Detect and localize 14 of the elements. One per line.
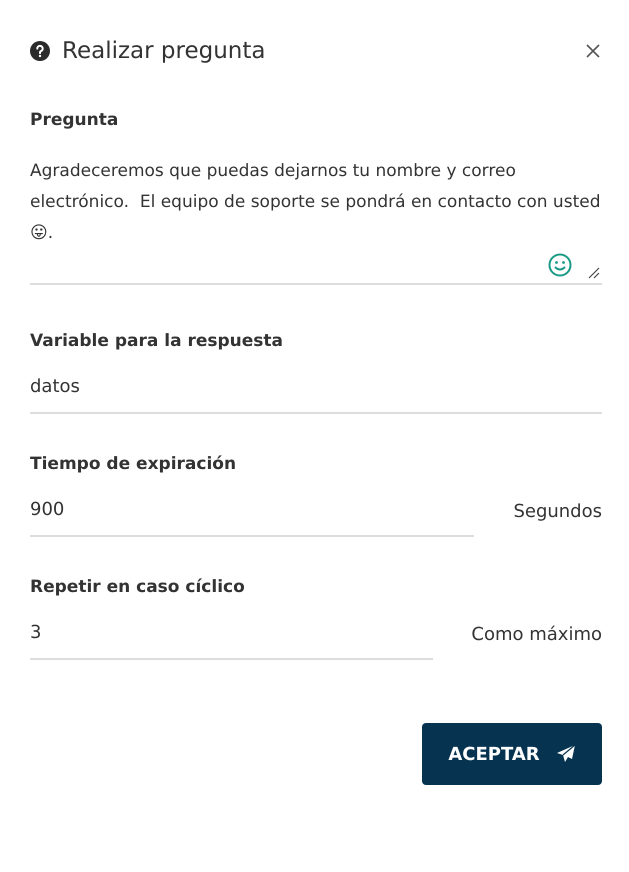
accept-button[interactable]: ACEPTAR [422,723,602,785]
emoji-icon[interactable] [548,253,572,277]
send-icon [556,744,576,764]
field-label: Pregunta [30,110,120,130]
field-label: Repetir en caso cíclico [30,577,246,597]
field-label: Tiempo de expiración [30,454,238,474]
resize-handle-icon[interactable] [588,267,600,279]
question-text: Agradeceremos que puedas dejarnos tu nombre y correo electrónico. El equipo de soporte se pondrá en contacto con usted 😛. [30,160,602,245]
unit-label: Segundos [513,500,602,524]
question-field[interactable]: Agradeceremos que puedas dejarnos tu nombre y correo electrónico. El equipo de soporte se pondrá en contacto con usted 😛. [30,156,602,285]
unit-label: Como máximo [471,624,602,646]
dialog-title: Realizar pregunta [62,38,266,64]
field-label: Variable para la respuesta [30,331,284,351]
help-icon [30,41,50,61]
